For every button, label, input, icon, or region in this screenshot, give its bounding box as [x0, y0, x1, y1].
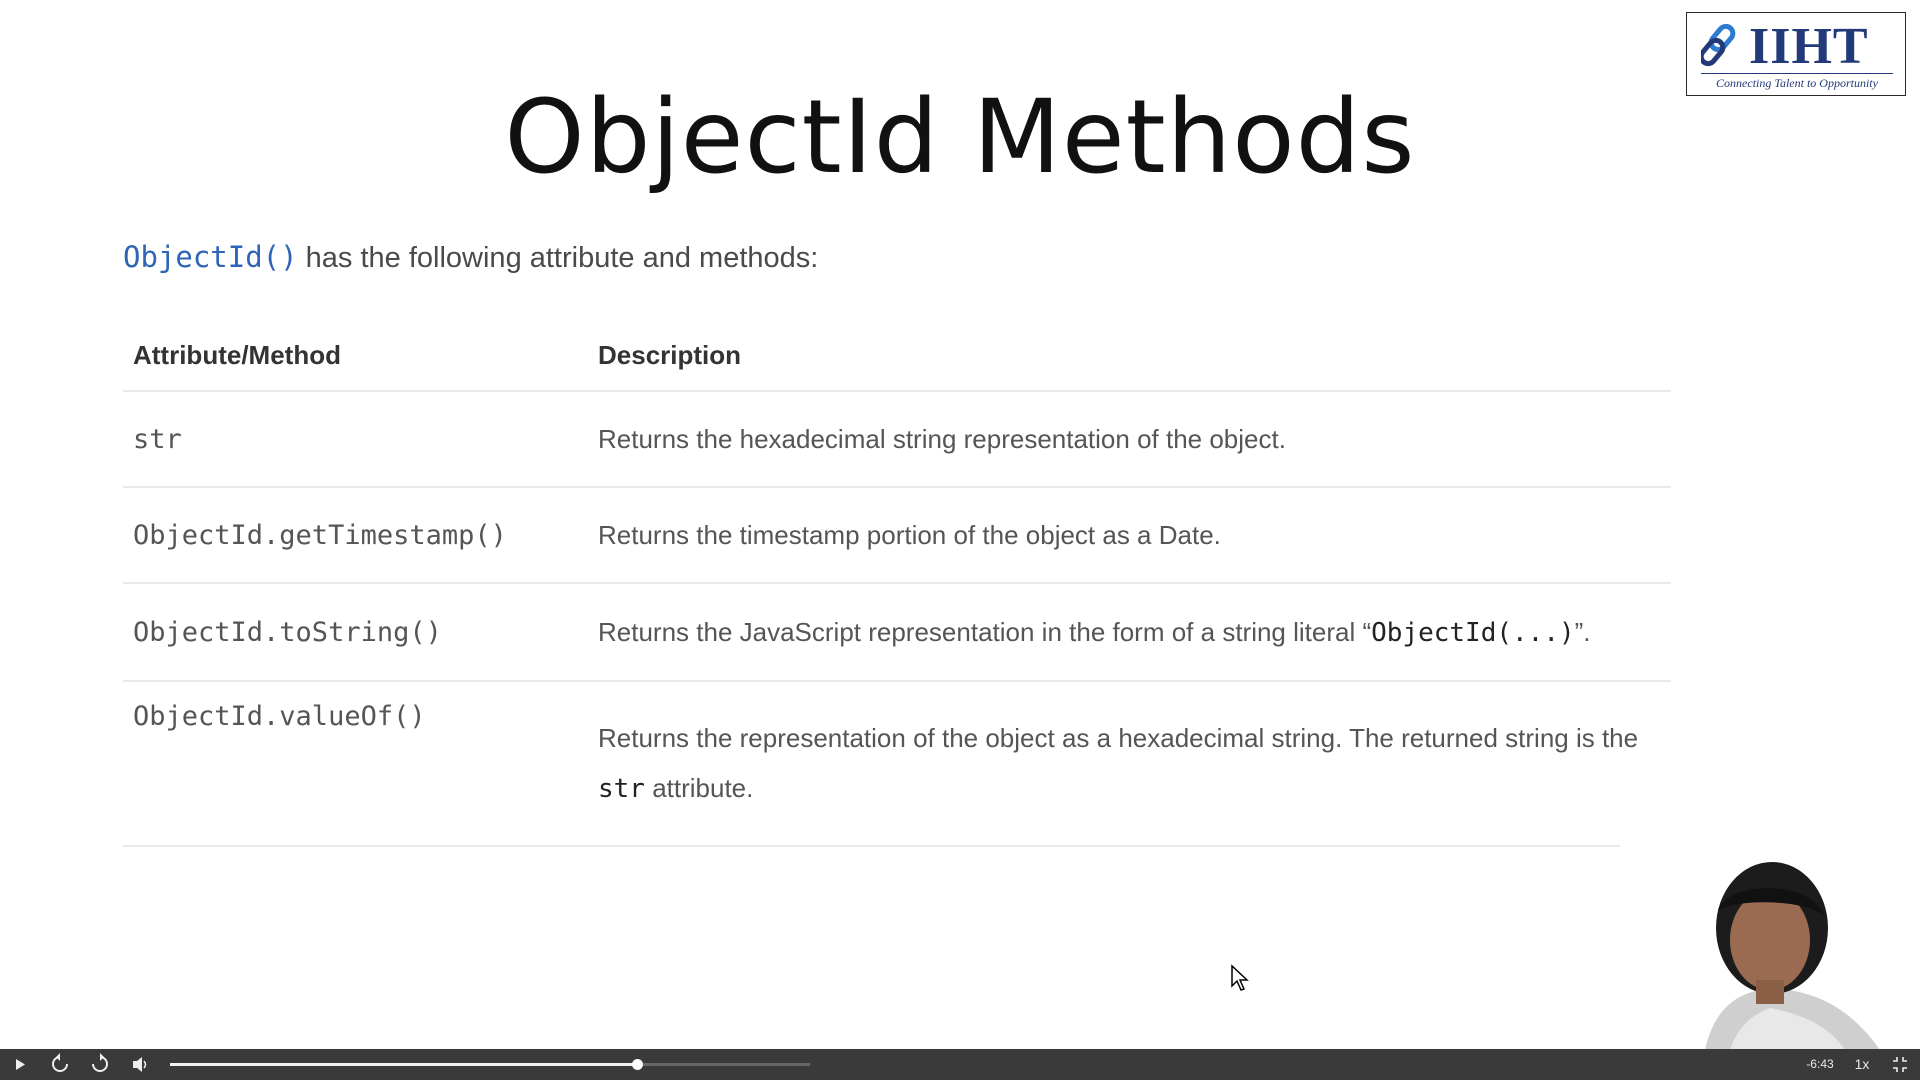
table-row: ObjectId.valueOf() Returns the represent… [123, 681, 1671, 847]
slide-title: ObjectId Methods [504, 78, 1416, 197]
intro-text: has the following attribute and methods: [297, 242, 819, 274]
methods-table: Attribute/Method Description str Returns… [123, 320, 1671, 847]
desc-text: Returns the representation of the object… [598, 723, 1639, 753]
desc-text: attribute. [644, 773, 754, 803]
row-description: Returns the hexadecimal string represent… [588, 391, 1671, 488]
table-row: str Returns the hexadecimal string repre… [123, 391, 1671, 488]
desc-code: str [598, 774, 645, 804]
row-name: str [123, 391, 588, 488]
table-row: ObjectId.getTimestamp() Returns the time… [123, 487, 1671, 584]
header-attribute-method: Attribute/Method [123, 320, 588, 392]
row-description: Returns the JavaScript representation in… [588, 583, 1671, 682]
slide: IIHT Connecting Talent to Opportunity Ob… [0, 0, 1920, 1050]
row-description: Returns the timestamp portion of the obj… [588, 487, 1671, 584]
forward-icon[interactable] [90, 1049, 110, 1080]
table-row: ObjectId.toString() Returns the JavaScri… [123, 583, 1671, 682]
header-description: Description [588, 320, 1671, 392]
row-description: Returns the representation of the object… [588, 681, 1671, 847]
time-remaining: -6:43 [1806, 1057, 1834, 1071]
intro-code: ObjectId() [123, 240, 298, 274]
playback-speed[interactable]: 1x [1850, 1049, 1874, 1080]
row-name-link[interactable]: ObjectId.toString() [123, 583, 588, 682]
progress-track[interactable] [170, 1059, 810, 1070]
progress-handle[interactable] [632, 1059, 644, 1070]
table-header-row: Attribute/Method Description [123, 320, 1671, 392]
play-icon[interactable] [12, 1049, 28, 1080]
mouse-cursor-icon [1231, 964, 1249, 991]
presenter-webcam [1620, 840, 1920, 1050]
progress-fill [170, 1063, 638, 1066]
volume-icon[interactable] [130, 1049, 150, 1080]
logo-brand: IIHT [1749, 18, 1869, 75]
rewind-icon[interactable] [50, 1049, 70, 1080]
desc-text: Returns the JavaScript representation in… [598, 616, 1372, 647]
chain-link-icon [1701, 23, 1736, 67]
intro-line: ObjectId() has the following attribute a… [123, 240, 818, 275]
video-controls: -6:43 1x [0, 1049, 1920, 1080]
desc-code: ObjectId(...) [1371, 617, 1575, 648]
row-name-link[interactable]: ObjectId.valueOf() [123, 681, 588, 847]
fullscreen-exit-icon[interactable] [1890, 1049, 1910, 1080]
desc-text: ”. [1574, 616, 1591, 647]
row-name-link[interactable]: ObjectId.getTimestamp() [123, 487, 588, 584]
